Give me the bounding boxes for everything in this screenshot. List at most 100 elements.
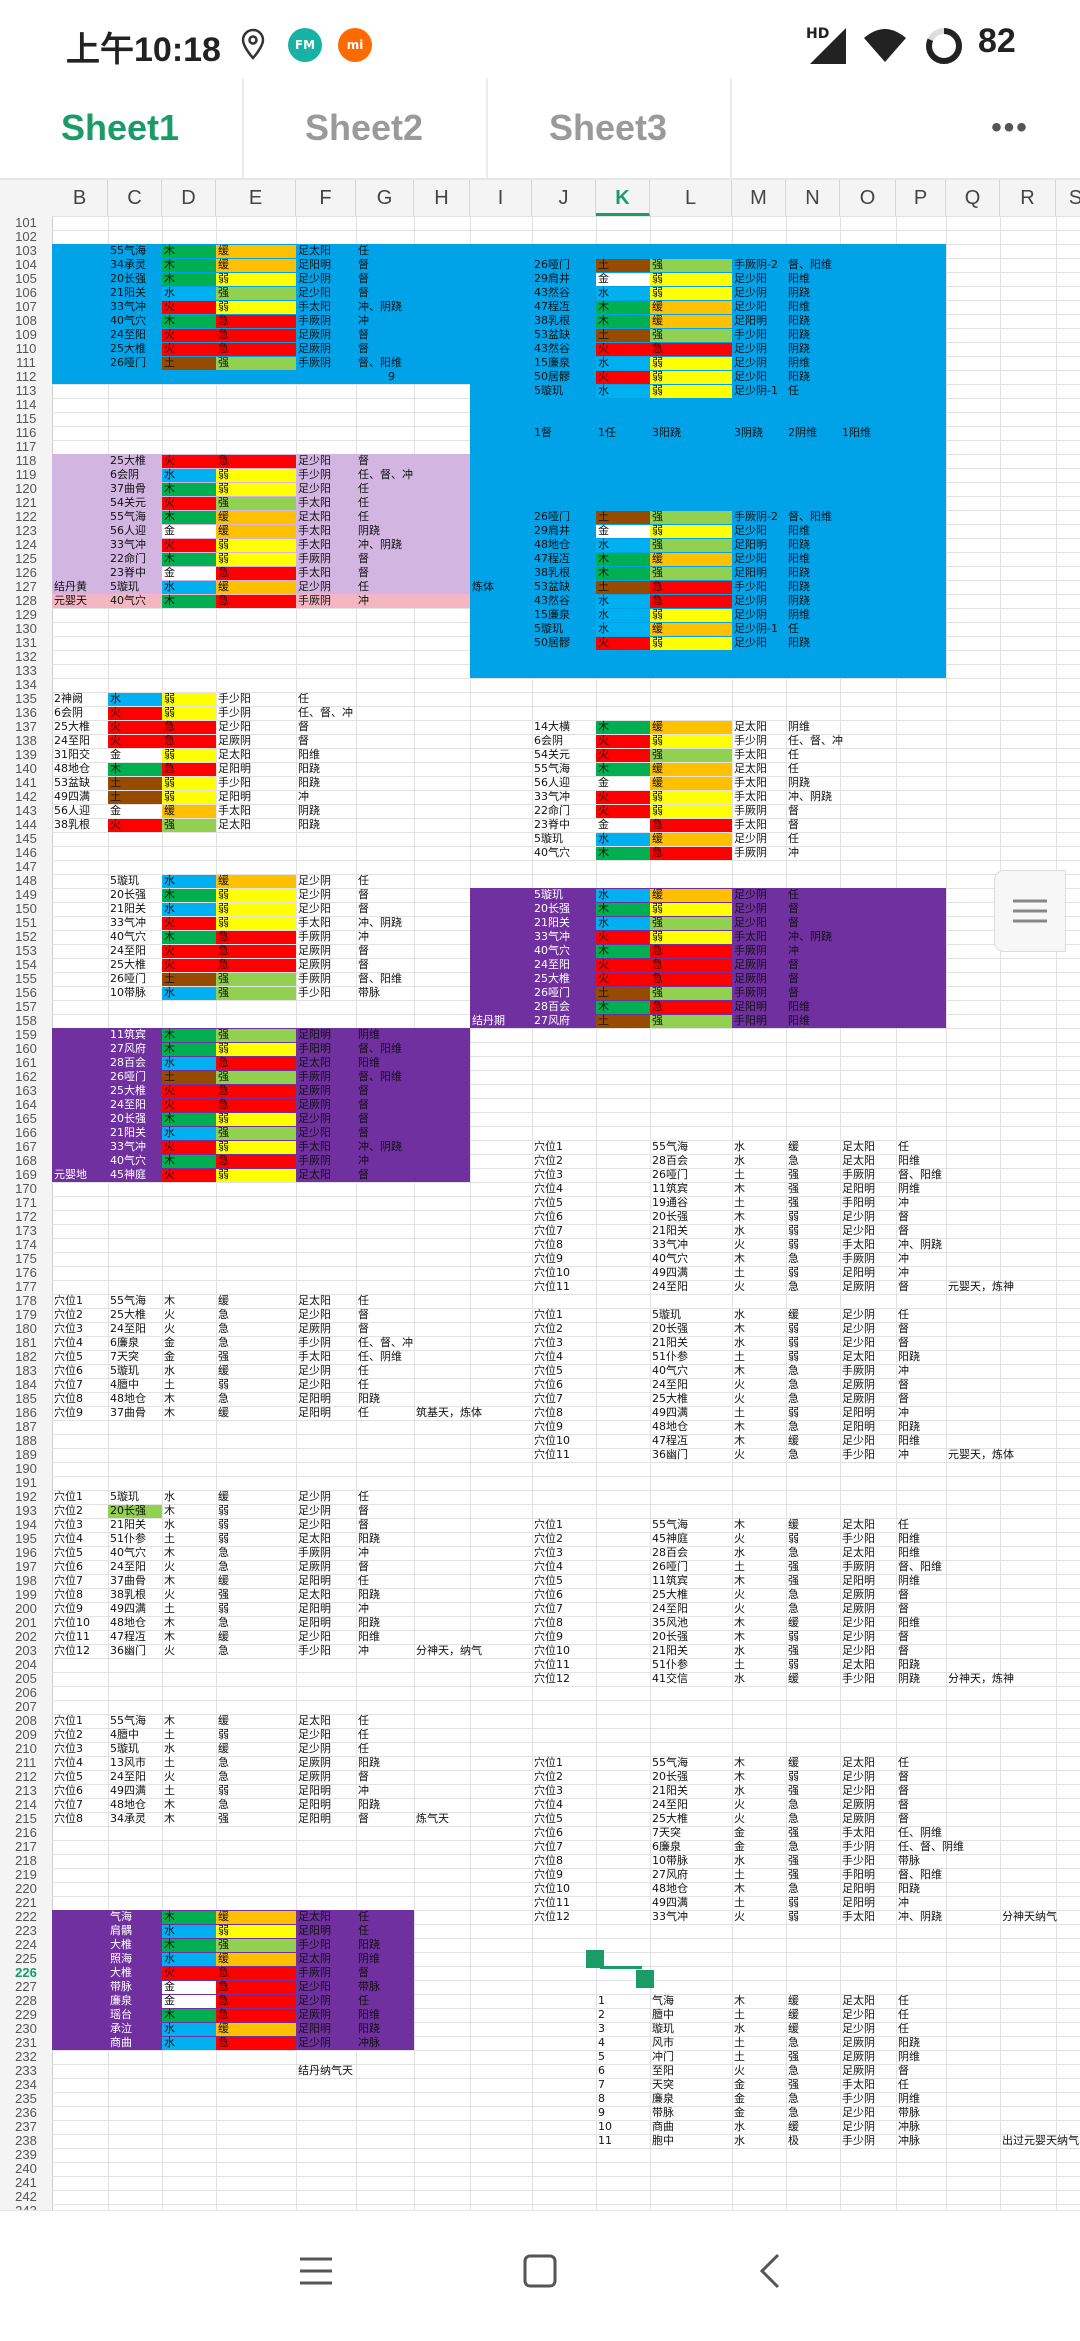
cell-text[interactable]: 足太阳 [298, 1588, 331, 1602]
cell-text[interactable]: 手厥阴 [298, 1966, 331, 1980]
column-header-H[interactable]: H [414, 180, 470, 216]
cell-text[interactable]: 25大椎 [110, 1084, 146, 1098]
cell-text[interactable]: 53盆缺 [54, 776, 90, 790]
cell-text[interactable]: 足少阳 [298, 454, 331, 468]
cell-text[interactable]: 足少阳 [842, 1784, 875, 1798]
cell-text[interactable]: 足太阳 [842, 1154, 875, 1168]
cell-text[interactable]: 急 [788, 1588, 799, 1602]
cell-text[interactable]: 穴位12 [534, 1672, 570, 1686]
cell-text[interactable]: 穴位6 [54, 1560, 83, 1574]
row-number[interactable]: 221 [0, 1896, 52, 1910]
cell-text[interactable]: 任、督、冲 [298, 706, 353, 720]
cell-text[interactable]: 25大椎 [652, 1392, 688, 1406]
row-number[interactable]: 108 [0, 314, 52, 328]
cell-text[interactable]: 火 [734, 1798, 745, 1812]
cell-text[interactable]: 43然谷 [534, 286, 570, 300]
cell-text[interactable]: 强 [218, 986, 229, 1000]
row-number[interactable]: 217 [0, 1840, 52, 1854]
cell-text[interactable]: 弱 [218, 888, 229, 902]
row-number[interactable]: 162 [0, 1070, 52, 1084]
cell-text[interactable]: 弱 [218, 272, 229, 286]
cell-text[interactable]: 水 [734, 2134, 745, 2148]
cell-text[interactable]: 急 [652, 580, 663, 594]
cell-text[interactable]: 弱 [218, 552, 229, 566]
cell-text[interactable]: 穴位2 [534, 1322, 563, 1336]
cell-text[interactable]: 阳跷 [898, 1420, 920, 1434]
cell-text[interactable]: 足少阴 [842, 2120, 875, 2134]
cell-text[interactable]: 穴位10 [534, 1882, 570, 1896]
cell-text[interactable]: 48地仓 [54, 762, 90, 776]
cell-text[interactable]: 足阳明 [298, 1616, 331, 1630]
cell-text[interactable]: 弱 [788, 1238, 799, 1252]
cell-text[interactable]: 阳维 [788, 1000, 810, 1014]
cell-text[interactable]: 土 [598, 1014, 609, 1028]
cell-text[interactable]: 26哑门 [534, 258, 570, 272]
cell-text[interactable]: 1阳维 [842, 426, 871, 440]
cell-text[interactable]: 任 [358, 580, 369, 594]
cell-text[interactable]: 强 [788, 1854, 799, 1868]
cell-text[interactable]: 手太阳 [734, 748, 767, 762]
cell-text[interactable]: 火 [164, 1308, 175, 1322]
cell-text[interactable]: 足少阴 [298, 874, 331, 888]
cell-text[interactable]: 急 [218, 342, 229, 356]
cell-text[interactable]: 足厥阴 [218, 734, 251, 748]
cell-text[interactable]: 督 [358, 1322, 369, 1336]
cell-text[interactable]: 木 [164, 314, 175, 328]
row-number[interactable]: 102 [0, 230, 52, 244]
cell-text[interactable]: 急 [218, 1154, 229, 1168]
cell-text[interactable]: 土 [734, 2036, 745, 2050]
cell-text[interactable]: 急 [788, 1154, 799, 1168]
cell-text[interactable]: 20长强 [110, 272, 146, 286]
cell-text[interactable]: 手少阳 [734, 328, 767, 342]
cell-text[interactable]: 水 [110, 692, 121, 706]
cell-text[interactable]: 结丹纳气天 [298, 2064, 353, 2078]
row-number[interactable]: 226 [0, 1966, 52, 1980]
cell-text[interactable]: 阳维 [898, 1532, 920, 1546]
cell-text[interactable]: 督 [788, 986, 799, 1000]
cell-text[interactable]: 缓 [218, 580, 229, 594]
column-header-E[interactable]: E [216, 180, 296, 216]
cell-text[interactable]: 督 [898, 1322, 909, 1336]
cell-text[interactable]: 穴位5 [534, 1574, 563, 1588]
cell-text[interactable]: 火 [164, 342, 175, 356]
cell-text[interactable]: 木 [598, 762, 609, 776]
cell-text[interactable]: 结丹期 [472, 1014, 505, 1028]
cell-text[interactable]: 金 [734, 1840, 745, 1854]
cell-text[interactable]: 40气穴 [110, 594, 146, 608]
row-number[interactable]: 152 [0, 930, 52, 944]
cell-text[interactable]: 阳跷 [298, 818, 320, 832]
cell-text[interactable]: 25大椎 [534, 972, 570, 986]
cell-text[interactable]: 阴跷 [298, 804, 320, 818]
cell-text[interactable]: 督 [358, 1126, 369, 1140]
cell-text[interactable]: 元婴天，炼神 [948, 1280, 1014, 1294]
cell-text[interactable]: 手厥阴-2 [734, 258, 778, 272]
cell-text[interactable]: 27风府 [534, 1014, 570, 1028]
cell-text[interactable]: 阳维 [898, 1616, 920, 1630]
cell-text[interactable]: 强 [218, 1070, 229, 1084]
row-number[interactable]: 159 [0, 1028, 52, 1042]
cell-text[interactable]: 穴位11 [534, 1658, 570, 1672]
cell-text[interactable]: 53盆缺 [534, 580, 570, 594]
cell-text[interactable]: 36幽门 [110, 1644, 146, 1658]
cell-text[interactable]: 缓 [788, 1140, 799, 1154]
cell-text[interactable]: 足太阳 [734, 762, 767, 776]
row-number[interactable]: 127 [0, 580, 52, 594]
cell-text[interactable]: 穴位9 [534, 1420, 563, 1434]
row-number[interactable]: 232 [0, 2050, 52, 2064]
cell-text[interactable]: 督 [358, 958, 369, 972]
cell-text[interactable]: 督 [298, 734, 309, 748]
row-number[interactable]: 145 [0, 832, 52, 846]
cell-text[interactable]: 9 [388, 370, 395, 384]
cell-text[interactable]: 督 [358, 328, 369, 342]
cell-text[interactable]: 任、督、阴维 [898, 1840, 964, 1854]
cell-text[interactable]: 火 [164, 538, 175, 552]
cell-text[interactable]: 足阳明 [842, 1574, 875, 1588]
cell-text[interactable]: 大椎 [110, 1938, 132, 1952]
column-header-K[interactable]: K [596, 180, 650, 216]
cell-text[interactable]: 手厥阴 [734, 804, 767, 818]
cell-text[interactable]: 督 [788, 804, 799, 818]
cell-text[interactable]: 水 [734, 2120, 745, 2134]
cell-text[interactable]: 土 [734, 1350, 745, 1364]
cell-text[interactable]: 承泣 [110, 2022, 132, 2036]
cell-text[interactable]: 手少阳 [842, 1854, 875, 1868]
